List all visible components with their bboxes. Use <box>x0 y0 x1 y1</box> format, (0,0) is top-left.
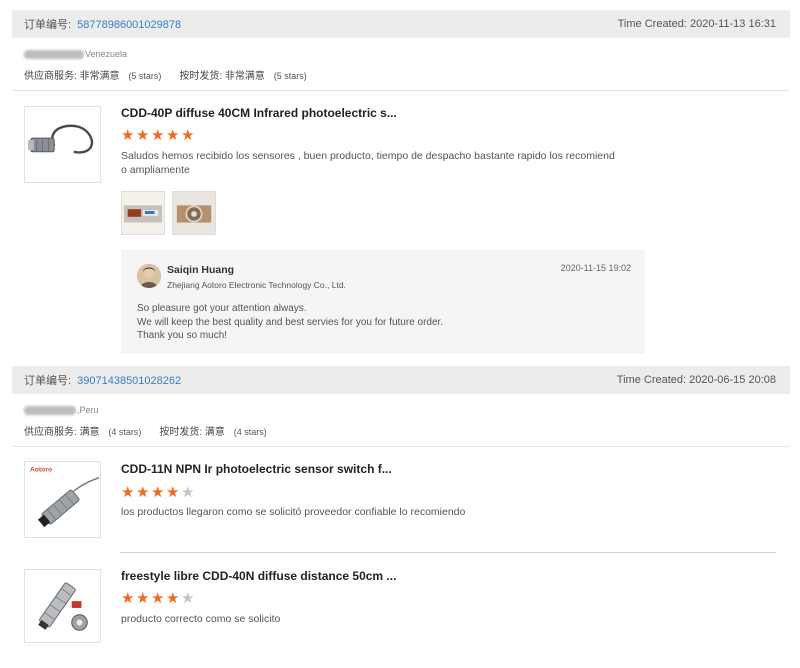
star-filled-icon: ★ <box>121 127 135 144</box>
reply-line: We will keep the best quality and best s… <box>137 316 444 328</box>
divider <box>120 552 776 553</box>
product-title[interactable]: CDD-11N NPN Ir photoelectric sensor swit… <box>121 462 392 476</box>
star-filled-icon: ★ <box>151 127 165 144</box>
reply-message: So pleasure got your attention always. W… <box>137 302 443 343</box>
star-rating: ★ ★ ★ ★ ★ <box>121 591 196 606</box>
reply-line: So pleasure got your attention always. <box>137 303 307 314</box>
star-filled-icon: ★ <box>166 590 180 607</box>
star-filled-icon: ★ <box>121 484 135 501</box>
star-filled-icon: ★ <box>151 590 165 607</box>
seller-ratings: 供应商服务: 满意 (4 stars) 按时发货: 满意 (4 stars) <box>24 423 285 438</box>
star-filled-icon: ★ <box>181 127 195 144</box>
shipping-stars: (5 stars) <box>273 71 307 81</box>
star-filled-icon: ★ <box>121 590 135 607</box>
seller-ratings: 供应商服务: 非常满意 (5 stars) 按时发货: 非常满意 (5 star… <box>24 67 325 82</box>
order-number-link[interactable]: 58778986001029878 <box>77 19 181 31</box>
star-filled-icon: ★ <box>136 484 150 501</box>
star-filled-icon: ★ <box>166 127 180 144</box>
star-empty-icon: ★ <box>181 484 195 501</box>
star-filled-icon: ★ <box>136 590 150 607</box>
star-rating: ★ ★ ★ ★ ★ <box>121 128 196 143</box>
reply-author-company: Zhejiang Aotoro Electronic Technology Co… <box>167 280 346 290</box>
divider <box>12 90 790 91</box>
order-number-link[interactable]: 39071438501028262 <box>77 375 181 387</box>
reply-line: Thank you so much! <box>137 330 228 341</box>
star-rating: ★ ★ ★ ★ ★ <box>121 485 196 500</box>
review-text: Saludos hemos recibido los sensores , bu… <box>121 150 615 176</box>
supplier-service-label: 供应商服务: <box>24 71 77 82</box>
shipping-value: 满意 <box>204 427 225 438</box>
review-photo[interactable] <box>172 191 216 235</box>
buyer-info: ,Peru <box>24 405 99 415</box>
reply-author-name: Saiqin Huang <box>167 264 235 276</box>
review-text: los productos llegaron como se solicitó … <box>121 506 466 518</box>
order-time-created: Time Created: 2020-06-15 20:08 <box>616 374 776 386</box>
avatar <box>137 264 161 288</box>
shipping-value: 非常满意 <box>224 71 265 82</box>
order-header: 订单编号: 39071438501028262 Time Created: 20… <box>12 366 790 394</box>
shipping-label: 按时发货: <box>159 427 203 438</box>
product-thumbnail[interactable]: Aotoro <box>24 461 101 538</box>
brand-logo: Aotoro <box>30 467 52 474</box>
product-thumbnail[interactable] <box>24 106 101 183</box>
star-filled-icon: ★ <box>166 484 180 501</box>
shipping-label: 按时发货: <box>179 71 223 82</box>
order-time-created: Time Created: 2020-11-13 16:31 <box>617 18 776 30</box>
reply-date: 2020-11-15 19:02 <box>560 263 631 273</box>
buyer-country: Venezuela <box>85 49 128 59</box>
star-filled-icon: ★ <box>136 127 150 144</box>
supplier-service-label: 供应商服务: <box>24 427 77 438</box>
order-header: 订单编号: 58778986001029878 Time Created: 20… <box>12 10 790 38</box>
star-filled-icon: ★ <box>151 484 165 501</box>
buyer-info: Venezuela <box>24 49 127 59</box>
supplier-service-value: 满意 <box>79 427 100 438</box>
supplier-service-stars: (4 stars) <box>108 427 142 437</box>
buyer-country: ,Peru <box>77 405 99 415</box>
buyer-name-redacted <box>24 49 84 59</box>
product-title[interactable]: freestyle libre CDD-40N diffuse distance… <box>121 569 396 583</box>
product-thumbnail[interactable] <box>24 569 101 643</box>
product-title[interactable]: CDD-40P diffuse 40CM Infrared photoelect… <box>121 106 397 120</box>
review-text: producto correcto como se solicito <box>121 613 281 625</box>
buyer-name-redacted <box>24 405 76 415</box>
order-number-label: 订单编号: <box>24 19 72 31</box>
shipping-stars: (4 stars) <box>233 427 267 437</box>
divider <box>12 446 790 447</box>
supplier-service-stars: (5 stars) <box>128 71 162 81</box>
seller-reply: Saiqin Huang Zhejiang Aotoro Electronic … <box>121 250 645 354</box>
star-empty-icon: ★ <box>181 590 195 607</box>
review-photo[interactable] <box>121 191 165 235</box>
order-number-label: 订单编号: <box>24 375 72 387</box>
supplier-service-value: 非常满意 <box>79 71 120 82</box>
